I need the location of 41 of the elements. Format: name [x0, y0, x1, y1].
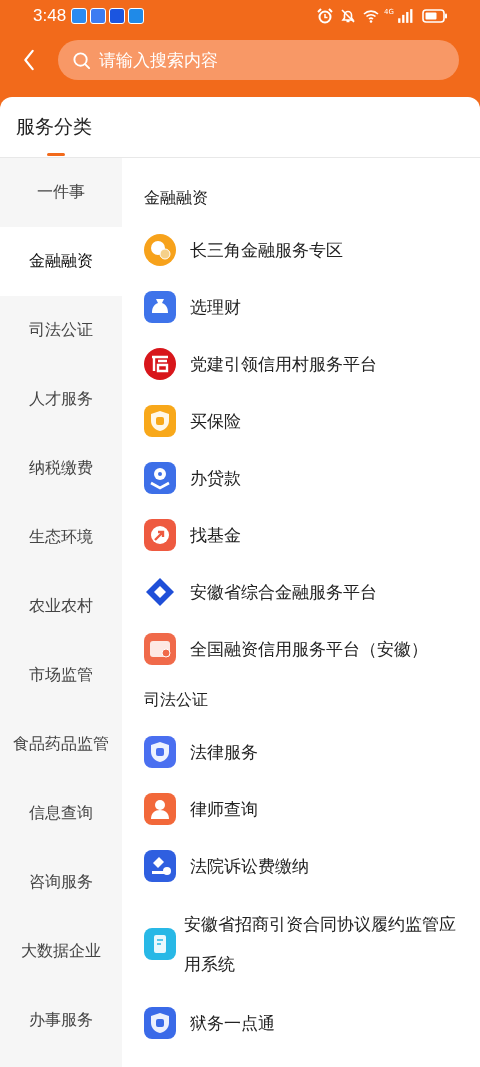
category-tab[interactable]: 农业农村 — [0, 572, 122, 641]
category-tab[interactable]: 咨询服务 — [0, 848, 122, 917]
panel-title: 服务分类 — [16, 114, 92, 139]
category-tab[interactable]: 大数据企业 — [0, 917, 122, 986]
service-item[interactable]: 买保险 — [122, 392, 480, 449]
service-item[interactable]: 狱务一点通 — [122, 994, 480, 1051]
section-heading: 司法公证 — [144, 689, 208, 711]
category-tab[interactable]: 信息查询 — [0, 779, 122, 848]
category-tab[interactable]: 食品药品监管 — [0, 710, 122, 779]
service-item[interactable]: 法律服务 — [122, 723, 480, 780]
category-tab[interactable]: 办事服务 — [0, 986, 122, 1055]
alarm-icon — [317, 8, 334, 24]
category-tab[interactable]: 生态环境 — [0, 503, 122, 572]
category-tab[interactable]: 市场监管 — [0, 641, 122, 710]
category-tab[interactable]: 金融融资 — [0, 227, 122, 296]
service-item[interactable]: 选理财 — [122, 278, 480, 335]
bell-off-icon — [340, 8, 357, 24]
back-icon[interactable] — [22, 49, 36, 71]
section-heading: 金融融资 — [144, 187, 208, 209]
battery-icon — [422, 9, 448, 23]
category-tab[interactable]: 司法公证 — [0, 296, 122, 365]
notification-icon — [128, 8, 145, 24]
notification-icon — [109, 8, 126, 24]
notification-icon — [71, 8, 88, 24]
service-item[interactable]: 长三角金融服务专区 — [122, 221, 480, 278]
service-item[interactable]: 找基金 — [122, 506, 480, 563]
service-item[interactable]: 法院诉讼费缴纳 — [122, 837, 480, 894]
category-tab[interactable]: 一件事 — [0, 158, 122, 227]
service-item[interactable]: 律师查询 — [122, 780, 480, 837]
notification-icon — [90, 8, 107, 24]
category-tab[interactable]: 纳税缴费 — [0, 434, 122, 503]
wifi-icon — [363, 8, 380, 24]
service-item[interactable]: 全国融资信用服务平台（安徽） — [122, 620, 480, 677]
service-item[interactable]: 办贷款 — [122, 449, 480, 506]
search-field[interactable]: 请输入搜索内容 — [58, 40, 459, 80]
category-tab[interactable]: 人才服务 — [0, 365, 122, 434]
service-item[interactable]: 安徽省综合金融服务平台 — [122, 563, 480, 620]
signal-icon — [397, 8, 413, 24]
service-item[interactable]: 安徽省招商引资合同协议履约监管应用系统 — [122, 894, 480, 994]
status-time: 3:48 — [33, 6, 67, 26]
service-item[interactable]: 党建引领信用村服务平台 — [122, 335, 480, 392]
